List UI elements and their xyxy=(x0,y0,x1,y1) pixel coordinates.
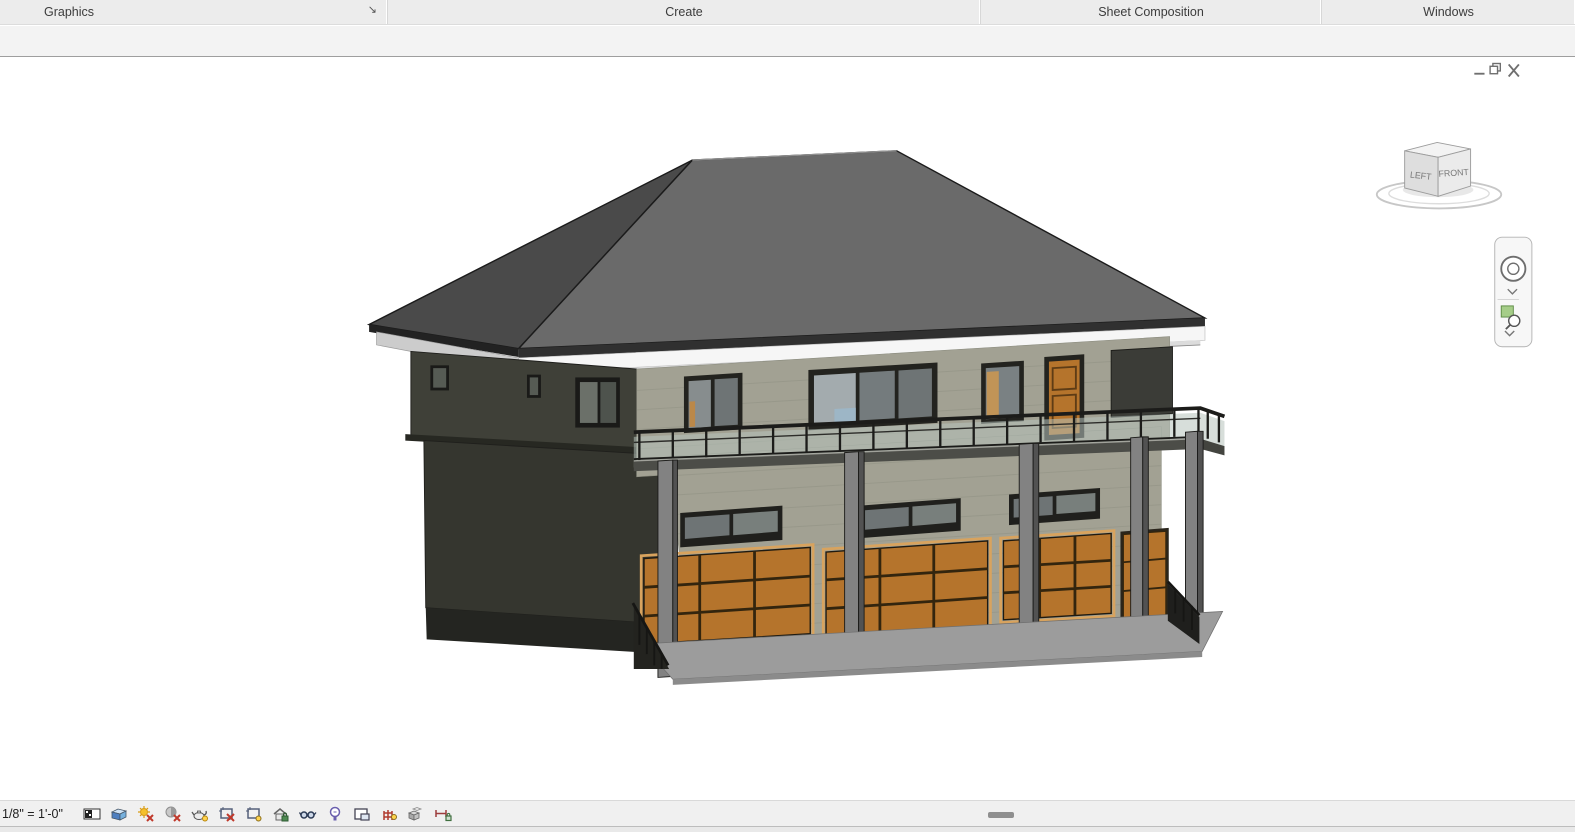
upper-window-1[interactable] xyxy=(684,373,743,433)
panel-create-label: Create xyxy=(665,5,703,19)
panel-launcher-icon[interactable]: ↘ xyxy=(368,3,377,16)
view-window-controls xyxy=(1474,64,1519,77)
rendering-dialog-icon[interactable] xyxy=(191,805,209,823)
panel-graphics[interactable]: Graphics ↘ xyxy=(0,0,388,24)
viewcube[interactable]: LEFT FRONT xyxy=(1377,142,1501,208)
model-left-wall[interactable] xyxy=(405,351,672,654)
save-orientation-lock-view-icon[interactable] xyxy=(272,805,290,823)
analytical-model-icon[interactable] xyxy=(380,805,398,823)
view-control-bar: 1/8" = 1'-0" xyxy=(0,800,1575,827)
status-bar-strip xyxy=(0,826,1575,832)
reveal-constraints-icon[interactable] xyxy=(434,805,452,823)
displacement-sets-icon[interactable] xyxy=(407,805,425,823)
detail-level-icon[interactable] xyxy=(83,805,101,823)
panel-graphics-label: Graphics xyxy=(44,5,94,19)
temporary-view-properties-icon[interactable] xyxy=(353,805,371,823)
ribbon-body xyxy=(0,25,1575,58)
panel-windows-label: Windows xyxy=(1423,5,1474,19)
model-roof[interactable] xyxy=(369,151,1205,349)
crop-view-icon[interactable] xyxy=(218,805,236,823)
show-crop-region-icon[interactable] xyxy=(245,805,263,823)
panel-sheet-composition[interactable]: Sheet Composition xyxy=(981,0,1322,24)
panel-sheet-composition-label: Sheet Composition xyxy=(1098,5,1204,19)
model-3d-view[interactable]: LEFT FRONT xyxy=(0,57,1575,800)
horizontal-scrollbar-thumb[interactable] xyxy=(988,812,1014,818)
visual-style-icon[interactable] xyxy=(110,805,128,823)
temporary-hide-isolate-icon[interactable] xyxy=(299,805,317,823)
drawing-area[interactable]: LEFT FRONT xyxy=(0,57,1575,800)
upper-dark-opening[interactable] xyxy=(1111,347,1172,418)
sun-path-icon[interactable] xyxy=(137,805,155,823)
reveal-hidden-elements-icon[interactable] xyxy=(326,805,344,823)
garage-door-3[interactable] xyxy=(1001,531,1114,623)
restore-down-icon[interactable] xyxy=(1490,64,1500,74)
side-window-double[interactable] xyxy=(575,377,620,427)
steering-wheel-icon[interactable] xyxy=(1501,257,1525,281)
ribbon: Graphics ↘ Create Sheet Composition Wind… xyxy=(0,0,1575,56)
revit-application-window: Graphics ↘ Create Sheet Composition Wind… xyxy=(0,0,1575,832)
view-scale-button[interactable]: 1/8" = 1'-0" xyxy=(0,807,69,821)
ribbon-panel-titles: Graphics ↘ Create Sheet Composition Wind… xyxy=(0,0,1575,25)
panel-windows[interactable]: Windows xyxy=(1322,0,1575,24)
close-icon[interactable] xyxy=(1509,64,1519,76)
side-window-small-1[interactable] xyxy=(430,365,449,390)
panel-create[interactable]: Create xyxy=(388,0,981,24)
view-control-icons xyxy=(83,805,452,823)
shadows-icon[interactable] xyxy=(164,805,182,823)
navigation-bar[interactable] xyxy=(1495,237,1532,347)
side-window-small-2[interactable] xyxy=(527,375,541,398)
